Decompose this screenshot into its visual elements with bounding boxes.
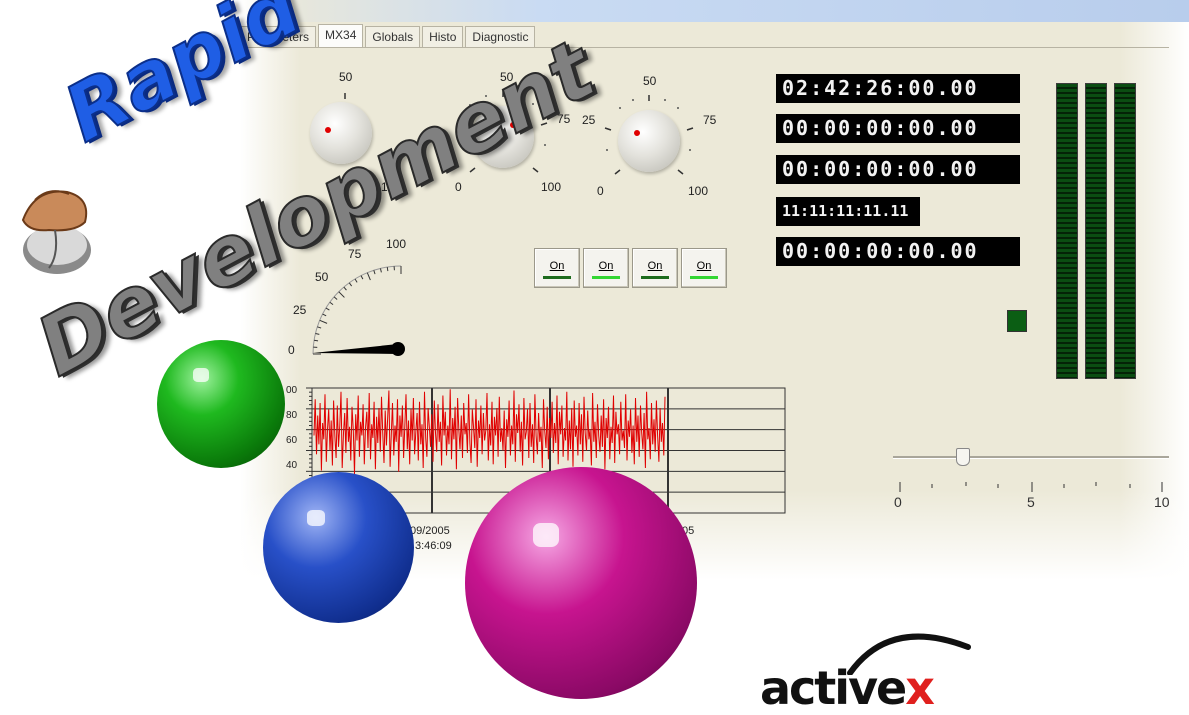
slider-thumb[interactable] — [956, 448, 970, 466]
gauge-tick — [367, 273, 370, 280]
activex-logo-accent: x — [905, 661, 933, 715]
gauge-tick — [317, 327, 321, 328]
mouse-hand-icon — [5, 170, 105, 280]
level-meter-3 — [1114, 83, 1136, 379]
slider-track[interactable] — [893, 456, 1169, 459]
gauge-tick — [339, 292, 345, 298]
gauge-tick — [344, 287, 347, 290]
on-button-2-label: On — [584, 260, 628, 272]
on-button-1-label: On — [535, 260, 579, 272]
on-button-3-label: On — [633, 260, 677, 272]
gauge-tick — [334, 297, 337, 300]
slider-label-min: 0 — [894, 494, 902, 510]
chart-y-tick-3: 60 — [286, 435, 297, 446]
chart-x-tick-2: 3:46:09 — [415, 540, 452, 552]
on-button-3[interactable]: On — [632, 248, 678, 288]
magenta-sphere — [465, 467, 697, 699]
slider-label-mid: 5 — [1027, 494, 1035, 510]
on-button-2[interactable]: On — [583, 248, 629, 288]
gauge-tick — [380, 268, 381, 272]
chart-y-tick-1: 00 — [286, 385, 297, 396]
strip-chart-series-line — [314, 389, 665, 474]
chart-y-tick-4: 40 — [286, 460, 297, 471]
slider-label-max: 10 — [1154, 494, 1170, 510]
on-button-1[interactable]: On — [534, 248, 580, 288]
gauge-hub — [391, 342, 405, 356]
gauge-tick — [326, 308, 329, 310]
gauge-label-100: 100 — [386, 237, 406, 251]
level-meter-1 — [1056, 83, 1078, 379]
gauge-tick — [387, 267, 388, 271]
timecode-display-3: 00:00:00:00.00 — [776, 155, 1020, 184]
blue-sphere — [263, 472, 414, 623]
timecode-display-1: 02:42:26:00.00 — [776, 74, 1020, 103]
gauge-tick — [349, 283, 351, 286]
on-button-4-label: On — [682, 260, 726, 272]
chart-x-tick-1: 09/2005 — [410, 525, 450, 537]
gauge-tick — [361, 276, 363, 280]
level-meter-2 — [1085, 83, 1107, 379]
gauge-needle — [313, 344, 398, 354]
gauge-label-50: 50 — [315, 270, 328, 284]
activex-logo-main: active — [760, 661, 905, 715]
activex-logo: activex — [760, 665, 933, 711]
timecode-display-4: 11:11:11:11.11 — [776, 197, 920, 226]
on-button-4[interactable]: On — [681, 248, 727, 288]
gauge-tick — [374, 270, 375, 274]
gauge-label-0: 0 — [288, 343, 295, 357]
green-sphere — [157, 340, 285, 468]
gauge-tick — [323, 314, 327, 316]
status-led — [1007, 310, 1027, 332]
slider-ticks — [890, 470, 1180, 494]
gauge-label-25: 25 — [293, 303, 306, 317]
gauge-tick — [320, 320, 327, 323]
timecode-display-2: 00:00:00:00.00 — [776, 114, 1020, 143]
gauge-label-75: 75 — [348, 247, 361, 261]
on-button-3-led — [641, 276, 669, 279]
chart-y-tick-2: 80 — [286, 410, 297, 421]
on-button-1-led — [543, 276, 571, 279]
gauge-tick — [355, 279, 357, 282]
gauge-tick — [330, 302, 333, 304]
gauge-tick — [314, 340, 318, 341]
on-button-2-led — [592, 276, 620, 279]
on-button-4-led — [690, 276, 718, 279]
timecode-display-5: 00:00:00:00.00 — [776, 237, 1020, 266]
gauge-tick — [315, 333, 319, 334]
